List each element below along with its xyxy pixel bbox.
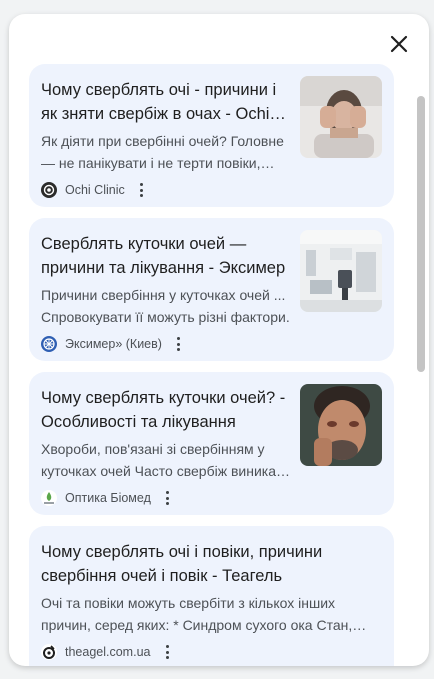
more-vert-icon xyxy=(166,491,170,494)
result-card[interactable]: Чому сверблять очі і повіки, причини све… xyxy=(29,526,394,666)
result-text: Чому сверблять очі і повіки, причини све… xyxy=(41,540,375,662)
more-options-button[interactable] xyxy=(165,490,171,506)
source-name: theagel.com.ua xyxy=(65,645,151,659)
result-title[interactable]: Сверблять куточки очей — причини та ліку… xyxy=(41,232,291,280)
more-vert-icon xyxy=(177,337,181,340)
results-list: Чому сверблять очі - причини і як зняти … xyxy=(29,64,394,666)
ochi-clinic-favicon xyxy=(41,182,57,198)
close-icon xyxy=(390,35,408,53)
eximer-favicon xyxy=(41,336,57,352)
result-title[interactable]: Чому сверблять очі і повіки, причини све… xyxy=(41,540,375,588)
result-source: Оптика Біомед xyxy=(41,488,291,508)
more-vert-icon xyxy=(165,645,169,648)
result-title[interactable]: Чому сверблять очі - причини і як зняти … xyxy=(41,78,291,126)
result-text: Чому сверблять куточки очей? - Особливос… xyxy=(41,386,291,508)
more-vert-icon xyxy=(140,183,144,186)
result-thumbnail[interactable] xyxy=(300,76,382,158)
source-name: Оптика Біомед xyxy=(65,491,151,505)
result-title[interactable]: Чому сверблять куточки очей? - Особливос… xyxy=(41,386,291,434)
result-snippet: Причини свербіння у куточках очей ... Сп… xyxy=(41,287,290,325)
ai-sources-panel: Чому сверблять очі - причини і як зняти … xyxy=(9,14,429,666)
close-button[interactable] xyxy=(387,32,411,56)
result-source: Эксимер» (Киев) xyxy=(41,334,291,354)
result-snippet: Хвороби, пов'язані зі свербінням у куточ… xyxy=(41,441,284,479)
result-source: Ochi Clinic xyxy=(41,180,291,200)
result-thumbnail[interactable] xyxy=(300,230,382,312)
scrollbar-thumb[interactable] xyxy=(417,96,425,372)
result-snippet: Як діяти при свербінні очей? Головне — н… xyxy=(41,133,284,171)
result-thumbnail[interactable] xyxy=(300,384,382,466)
result-card[interactable]: Чому сверблять очі - причини і як зняти … xyxy=(29,64,394,207)
source-name: Ochi Clinic xyxy=(65,183,125,197)
more-options-button[interactable] xyxy=(176,336,182,352)
biomed-favicon xyxy=(41,490,57,506)
more-options-button[interactable] xyxy=(139,182,145,198)
result-snippet: Очі та повіки можуть свербіти з кількох … xyxy=(41,595,353,633)
more-options-button[interactable] xyxy=(164,644,170,660)
result-source: theagel.com.ua xyxy=(41,642,375,662)
result-card[interactable]: Чому сверблять куточки очей? - Особливос… xyxy=(29,372,394,515)
result-text: Чому сверблять очі - причини і як зняти … xyxy=(41,78,291,200)
result-text: Сверблять куточки очей — причини та ліку… xyxy=(41,232,291,354)
source-name: Эксимер» (Киев) xyxy=(65,337,162,351)
theagel-favicon xyxy=(41,644,57,660)
result-card[interactable]: Сверблять куточки очей — причини та ліку… xyxy=(29,218,394,361)
